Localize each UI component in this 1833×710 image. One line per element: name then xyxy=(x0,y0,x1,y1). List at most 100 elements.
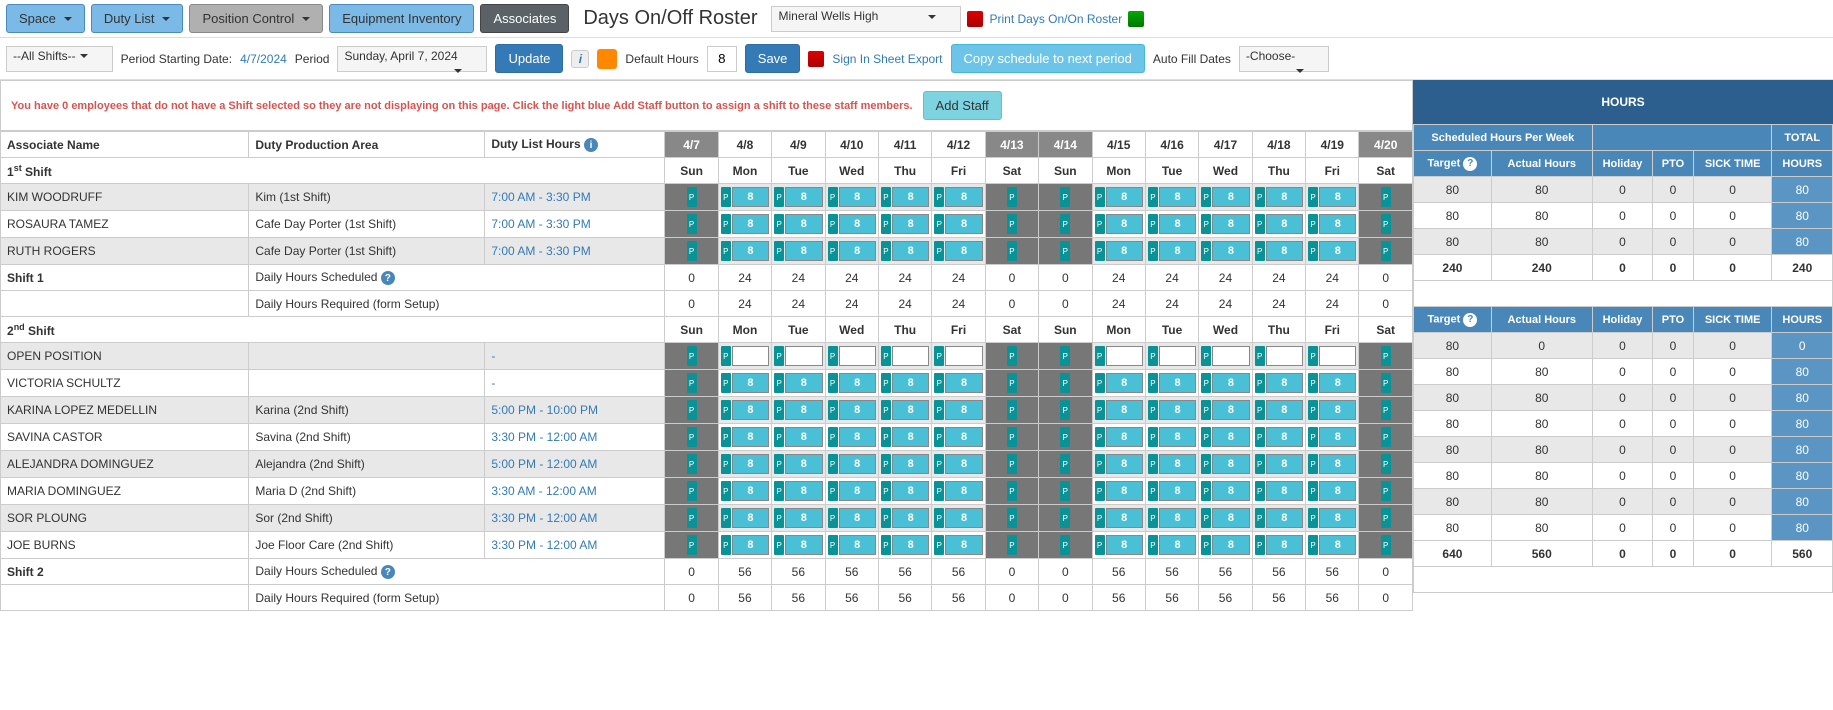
p-badge-icon[interactable]: P xyxy=(1381,214,1391,234)
p-badge-icon[interactable]: P xyxy=(1308,481,1318,501)
duty-hours[interactable]: 7:00 AM - 3:30 PM xyxy=(485,184,665,211)
day-cell[interactable]: P8 xyxy=(825,238,878,265)
p-badge-icon[interactable]: P xyxy=(1095,481,1105,501)
day-cell[interactable]: P xyxy=(985,370,1038,397)
day-cell[interactable]: P8 xyxy=(1199,532,1252,559)
hours-badge[interactable] xyxy=(1106,346,1143,366)
p-badge-icon[interactable]: P xyxy=(881,454,891,474)
hours-badge[interactable]: 8 xyxy=(732,373,769,393)
hours-badge[interactable]: 8 xyxy=(1319,241,1356,261)
p-badge-icon[interactable]: P xyxy=(1201,535,1211,555)
p-badge-icon[interactable]: P xyxy=(1255,400,1265,420)
day-cell[interactable]: P xyxy=(665,211,718,238)
hours-badge[interactable]: 8 xyxy=(1319,187,1356,207)
p-badge-icon[interactable]: P xyxy=(1201,214,1211,234)
hours-badge[interactable]: 8 xyxy=(1266,535,1303,555)
p-badge-icon[interactable]: P xyxy=(1060,535,1070,555)
day-cell[interactable]: P xyxy=(985,343,1038,370)
hours-badge[interactable]: 8 xyxy=(1212,508,1249,528)
hours-badge[interactable]: 8 xyxy=(785,481,822,501)
hours-badge[interactable]: 8 xyxy=(945,373,982,393)
p-badge-icon[interactable]: P xyxy=(1308,427,1318,447)
xls-icon[interactable] xyxy=(1128,11,1144,27)
day-cell[interactable]: P8 xyxy=(772,532,825,559)
day-cell[interactable]: P xyxy=(1306,343,1359,370)
info-icon[interactable]: i xyxy=(571,50,589,68)
p-badge-icon[interactable]: P xyxy=(1255,214,1265,234)
p-badge-icon[interactable]: P xyxy=(1381,187,1391,207)
p-badge-icon[interactable]: P xyxy=(1201,508,1211,528)
hours-badge[interactable] xyxy=(1212,346,1249,366)
hours-badge[interactable]: 8 xyxy=(732,400,769,420)
hours-badge[interactable]: 8 xyxy=(892,508,929,528)
hours-badge[interactable]: 8 xyxy=(945,508,982,528)
p-badge-icon[interactable]: P xyxy=(1381,400,1391,420)
hours-badge[interactable] xyxy=(1159,346,1196,366)
hours-badge[interactable]: 8 xyxy=(945,454,982,474)
p-badge-icon[interactable]: P xyxy=(687,214,697,234)
day-cell[interactable]: P8 xyxy=(932,478,985,505)
p-badge-icon[interactable]: P xyxy=(828,508,838,528)
p-badge-icon[interactable]: P xyxy=(1148,427,1158,447)
p-badge-icon[interactable]: P xyxy=(881,508,891,528)
p-badge-icon[interactable]: P xyxy=(934,454,944,474)
duty-hours[interactable]: - xyxy=(485,343,665,370)
copy-schedule-button[interactable]: Copy schedule to next period xyxy=(951,44,1145,73)
day-cell[interactable]: P8 xyxy=(1092,370,1145,397)
day-cell[interactable]: P8 xyxy=(825,424,878,451)
p-badge-icon[interactable]: P xyxy=(1060,508,1070,528)
hours-badge[interactable] xyxy=(785,346,822,366)
duty-hours[interactable]: 5:00 PM - 10:00 PM xyxy=(485,397,665,424)
p-badge-icon[interactable]: P xyxy=(774,187,784,207)
p-badge-icon[interactable]: P xyxy=(1381,241,1391,261)
duty-hours[interactable]: 5:00 PM - 12:00 AM xyxy=(485,451,665,478)
day-cell[interactable]: P xyxy=(985,397,1038,424)
day-cell[interactable]: P8 xyxy=(718,532,771,559)
p-badge-icon[interactable]: P xyxy=(881,214,891,234)
day-cell[interactable]: P8 xyxy=(1306,397,1359,424)
day-cell[interactable]: P8 xyxy=(1145,505,1198,532)
hours-badge[interactable]: 8 xyxy=(732,481,769,501)
p-badge-icon[interactable]: P xyxy=(1095,508,1105,528)
day-cell[interactable]: P8 xyxy=(1199,424,1252,451)
p-badge-icon[interactable]: P xyxy=(881,535,891,555)
p-badge-icon[interactable]: P xyxy=(774,535,784,555)
p-badge-icon[interactable]: P xyxy=(1201,373,1211,393)
p-badge-icon[interactable]: P xyxy=(1148,508,1158,528)
p-badge-icon[interactable]: P xyxy=(828,454,838,474)
p-badge-icon[interactable]: P xyxy=(1381,481,1391,501)
p-badge-icon[interactable]: P xyxy=(881,373,891,393)
hours-badge[interactable]: 8 xyxy=(1106,427,1143,447)
default-hours-input[interactable] xyxy=(707,46,737,72)
day-cell[interactable]: P8 xyxy=(1145,370,1198,397)
hours-badge[interactable]: 8 xyxy=(1159,373,1196,393)
day-cell[interactable]: P8 xyxy=(825,532,878,559)
day-cell[interactable]: P8 xyxy=(825,451,878,478)
p-badge-icon[interactable]: P xyxy=(1381,373,1391,393)
p-badge-icon[interactable]: P xyxy=(1255,241,1265,261)
day-cell[interactable]: P8 xyxy=(718,370,771,397)
day-cell[interactable]: P8 xyxy=(878,451,931,478)
day-cell[interactable]: P8 xyxy=(1145,451,1198,478)
hours-badge[interactable]: 8 xyxy=(785,454,822,474)
hours-badge[interactable]: 8 xyxy=(1212,373,1249,393)
p-badge-icon[interactable]: P xyxy=(1060,214,1070,234)
hours-badge[interactable]: 8 xyxy=(1266,400,1303,420)
p-badge-icon[interactable]: P xyxy=(1381,535,1391,555)
day-cell[interactable]: P8 xyxy=(1252,397,1305,424)
hours-badge[interactable]: 8 xyxy=(1266,454,1303,474)
p-badge-icon[interactable]: P xyxy=(1095,346,1105,366)
hours-badge[interactable]: 8 xyxy=(892,427,929,447)
p-badge-icon[interactable]: P xyxy=(1148,373,1158,393)
hours-badge[interactable]: 8 xyxy=(1159,481,1196,501)
day-cell[interactable]: P8 xyxy=(1145,184,1198,211)
day-cell[interactable]: P8 xyxy=(1145,397,1198,424)
hours-badge[interactable]: 8 xyxy=(732,454,769,474)
hours-badge[interactable]: 8 xyxy=(1106,481,1143,501)
day-cell[interactable]: P8 xyxy=(878,478,931,505)
day-cell[interactable]: P xyxy=(1092,343,1145,370)
p-badge-icon[interactable]: P xyxy=(1060,454,1070,474)
save-button[interactable]: Save xyxy=(745,44,801,73)
hours-badge[interactable]: 8 xyxy=(1319,454,1356,474)
p-badge-icon[interactable]: P xyxy=(1308,400,1318,420)
